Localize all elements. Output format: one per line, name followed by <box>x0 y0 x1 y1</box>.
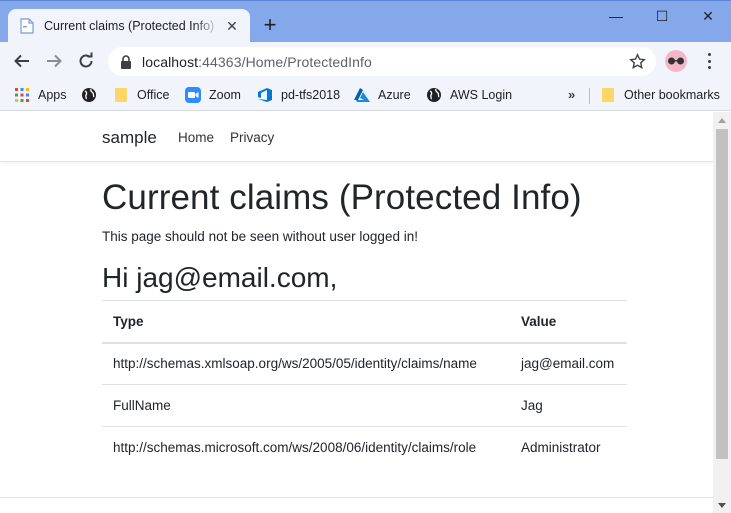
bookmark-star-icon[interactable] <box>629 53 646 70</box>
bookmark-label: Apps <box>38 88 67 102</box>
bookmark-zoom[interactable]: Zoom <box>185 85 241 105</box>
apps-grid-icon <box>14 87 30 103</box>
globe-icon <box>81 87 97 103</box>
bookmarks-bar: Apps Office Zoom pd-tfs2018 Azure AWS Lo… <box>0 80 731 111</box>
site-brand-link[interactable]: sample <box>102 128 157 148</box>
azure-icon <box>354 87 370 103</box>
url-host: localhost <box>142 53 199 70</box>
tab-close-icon[interactable]: ✕ <box>224 18 240 34</box>
browser-tab-strip: Current claims (Protected Info) - s ✕ + … <box>0 0 731 43</box>
browser-toolbar: localhost:44363/Home/ProtectedInfo <box>0 42 731 80</box>
bookmark-label: AWS Login <box>450 88 513 102</box>
back-arrow-icon <box>14 54 29 68</box>
bookmark-label: pd-tfs2018 <box>281 88 341 102</box>
bookmark-azure[interactable]: Azure <box>354 85 411 105</box>
bookmark-office[interactable]: Office <box>113 85 169 105</box>
bookmarks-overflow-button[interactable]: » <box>568 87 575 102</box>
globe-icon <box>426 87 442 103</box>
bookmark-label: Azure <box>378 88 411 102</box>
page-viewport: sample Home Privacy Current claims (Prot… <box>0 112 713 513</box>
column-header-value: Value <box>510 300 627 344</box>
reload-button[interactable] <box>73 48 99 74</box>
browser-tab-active[interactable]: Current claims (Protected Info) - s ✕ <box>8 9 250 43</box>
claim-value-cell: Jag <box>510 384 627 427</box>
window-close-button[interactable]: ✕ <box>685 1 731 31</box>
claim-value-cell: jag@email.com <box>510 342 627 385</box>
scroll-down-arrow-icon[interactable] <box>713 497 731 513</box>
table-row: FullName Jag <box>102 384 627 427</box>
lock-icon <box>121 54 131 69</box>
bookmark-globe[interactable] <box>81 85 105 105</box>
table-header-row: Type Value <box>102 300 627 344</box>
browser-menu-icon[interactable] <box>701 51 717 71</box>
nav-link-privacy[interactable]: Privacy <box>230 130 274 145</box>
claim-type-cell: FullName <box>102 384 510 427</box>
tab-title: Current claims (Protected Info) - s <box>44 19 220 33</box>
claim-value-cell: Administrator <box>521 440 601 456</box>
url-path: :44363/Home/ProtectedInfo <box>198 53 372 70</box>
bookmark-aws-login[interactable]: AWS Login <box>426 85 512 105</box>
bookmark-apps[interactable]: Apps <box>14 85 67 105</box>
reload-icon <box>79 52 93 68</box>
table-row: http://schemas.xmlsoap.org/ws/2005/05/id… <box>102 342 627 385</box>
forward-button[interactable] <box>41 48 67 74</box>
profile-avatar[interactable] <box>665 50 687 72</box>
scroll-up-arrow-icon[interactable] <box>713 112 731 128</box>
azure-devops-icon <box>257 87 273 103</box>
forward-arrow-icon <box>47 54 62 68</box>
bookmark-other-bookmarks[interactable]: Other bookmarks <box>600 85 720 105</box>
address-url: localhost:44363/Home/ProtectedInfo <box>142 54 372 70</box>
window-maximize-button[interactable]: ☐ <box>639 1 685 31</box>
bookmark-pd-tfs2018[interactable]: pd-tfs2018 <box>257 85 340 105</box>
zoom-icon <box>185 87 201 103</box>
scrollbar-thumb[interactable] <box>716 129 728 459</box>
back-button[interactable] <box>9 48 35 74</box>
table-row: http://schemas.microsoft.com/ws/2008/06/… <box>102 427 627 469</box>
bookmarks-separator <box>589 88 590 104</box>
page-subtitle: This page should not be seen without use… <box>102 229 418 244</box>
user-greeting: Hi jag@email.com, <box>102 262 338 293</box>
new-tab-button[interactable]: + <box>259 14 281 36</box>
bookmark-label: Zoom <box>209 88 241 102</box>
incognito-glasses-icon <box>668 57 684 65</box>
claim-type-cell: http://schemas.xmlsoap.org/ws/2005/05/id… <box>102 342 510 385</box>
window-minimize-button[interactable]: — <box>593 1 639 31</box>
bookmark-label: Office <box>137 88 170 102</box>
page-scrollbar[interactable] <box>713 112 731 513</box>
site-navbar: sample Home Privacy <box>0 112 713 162</box>
claims-table: Type Value http://schemas.xmlsoap.org/ws… <box>102 300 627 469</box>
address-bar[interactable]: localhost:44363/Home/ProtectedInfo <box>108 47 656 76</box>
claim-type-cell: http://schemas.microsoft.com/ws/2008/06/… <box>113 440 477 456</box>
column-header-type: Type <box>102 300 510 344</box>
folder-icon <box>113 87 129 103</box>
page-favicon-icon <box>20 18 34 34</box>
folder-icon <box>600 87 616 103</box>
bookmark-label: Other bookmarks <box>624 88 720 102</box>
page-title: Current claims (Protected Info) <box>102 178 582 217</box>
nav-link-home[interactable]: Home <box>178 130 214 145</box>
footer-divider <box>0 497 713 498</box>
